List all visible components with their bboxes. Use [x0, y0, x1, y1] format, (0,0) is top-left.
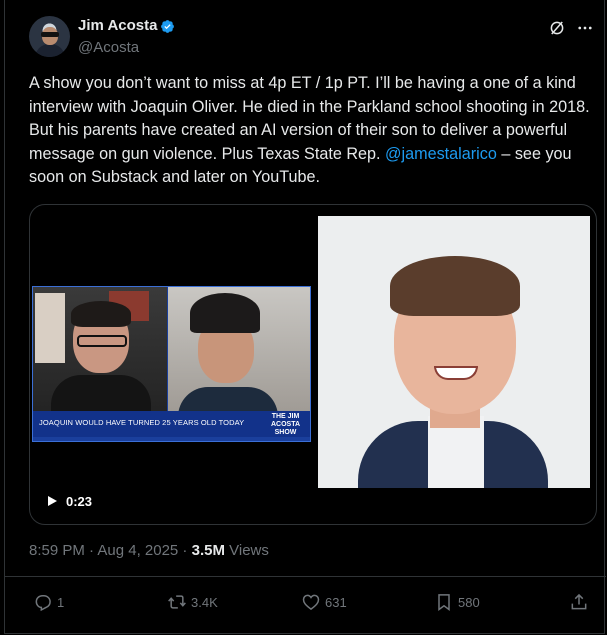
action-bar: 1 3.4K 631 580	[29, 592, 593, 614]
avatar-glasses	[41, 32, 59, 37]
share-button[interactable]	[569, 592, 593, 612]
views-label: Views	[224, 542, 269, 559]
reply-icon	[35, 595, 51, 612]
views-count: 3.5M	[191, 542, 225, 559]
bookmark-button[interactable]: 580	[434, 592, 480, 612]
video-play-control[interactable]: 0:23	[46, 491, 92, 511]
like-count: 631	[325, 594, 347, 610]
repost-count: 3.4K	[191, 594, 218, 610]
show-logo-top: THE JIM	[271, 413, 300, 420]
divider	[5, 576, 606, 577]
reply-button[interactable]: 1	[33, 592, 64, 612]
repost-button[interactable]: 3.4K	[167, 592, 218, 612]
photo-hair	[390, 256, 520, 316]
wall-art	[35, 293, 65, 363]
grok-icon[interactable]	[548, 19, 566, 37]
author-handle[interactable]: @Acosta	[78, 39, 139, 56]
video-thumbnail[interactable]: JOAQUIN WOULD HAVE TURNED 25 YEARS OLD T…	[32, 286, 311, 442]
author-avatar[interactable]	[29, 16, 70, 57]
verified-badge-icon	[161, 20, 174, 33]
heart-icon	[302, 594, 320, 611]
host-glasses	[77, 335, 127, 347]
video-lower-third: JOAQUIN WOULD HAVE TURNED 25 YEARS OLD T…	[33, 411, 310, 437]
show-logo-main: ACOSTA	[271, 421, 301, 428]
show-logo: THE JIM ACOSTA SHOW	[271, 413, 300, 437]
reply-count: 1	[57, 594, 65, 610]
video-caption: JOAQUIN WOULD HAVE TURNED 25 YEARS OLD T…	[39, 418, 245, 427]
more-options-icon[interactable]	[576, 19, 594, 37]
share-icon	[571, 593, 587, 610]
timestamp[interactable]: 8:59 PM · Aug 4, 2025 ·	[29, 542, 192, 559]
tweet-meta: 8:59 PM · Aug 4, 2025 · 3.5M Views	[29, 542, 269, 559]
tweet-card: Jim Acosta @Acosta A show you don’t want…	[4, 0, 606, 634]
show-logo-bottom: SHOW	[274, 429, 297, 436]
avatar-shirt	[35, 44, 65, 57]
host-hair	[71, 301, 131, 327]
guest-video-panel	[168, 287, 310, 427]
play-icon[interactable]	[46, 495, 58, 507]
video-duration: 0:23	[66, 493, 93, 509]
host-video-panel	[33, 287, 167, 425]
bookmark-count: 580	[458, 594, 480, 610]
mention-link[interactable]: @jamestalarico	[385, 145, 497, 163]
guest-photo[interactable]	[318, 216, 590, 488]
guest-beanie	[190, 293, 260, 333]
repost-icon	[168, 595, 186, 609]
tweet-text: A show you don’t want to miss at 4p ET /…	[29, 72, 594, 190]
media-container[interactable]: JOAQUIN WOULD HAVE TURNED 25 YEARS OLD T…	[29, 204, 597, 525]
author-name[interactable]: Jim Acosta	[78, 17, 157, 34]
like-button[interactable]: 631	[301, 592, 347, 612]
bookmark-icon	[438, 594, 450, 611]
